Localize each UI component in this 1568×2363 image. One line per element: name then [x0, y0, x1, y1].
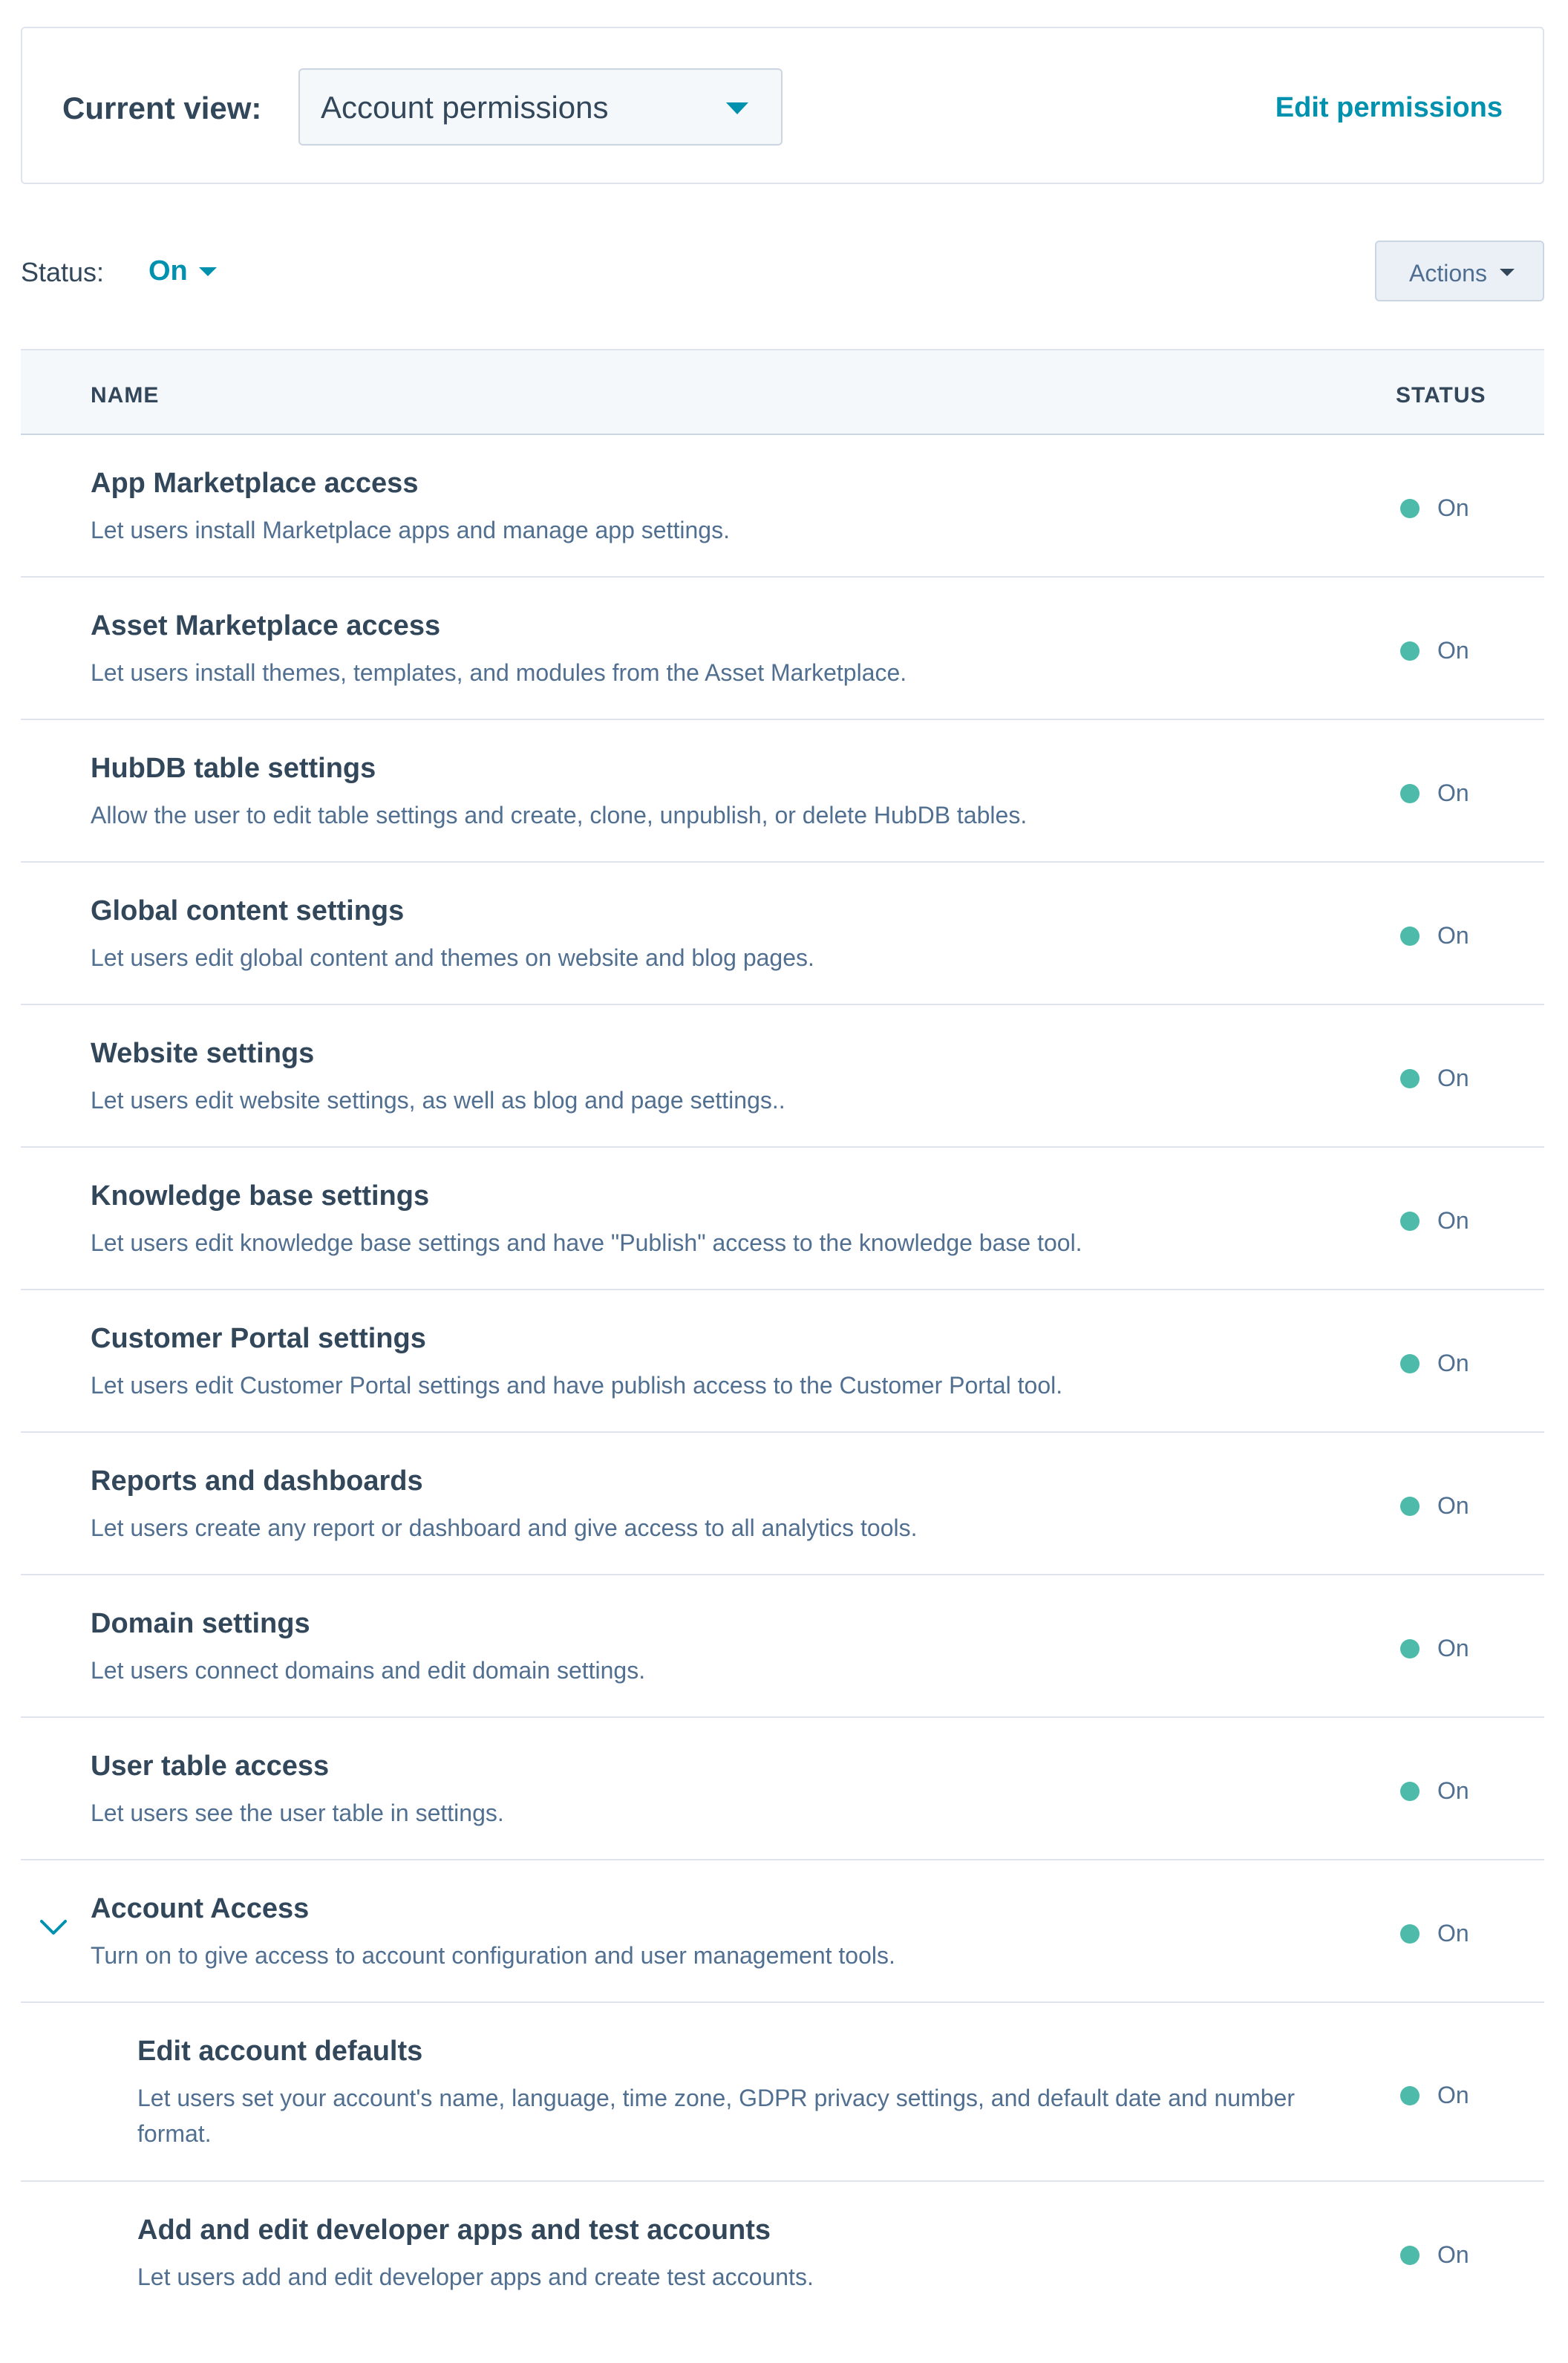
status-dot-icon [1400, 499, 1420, 518]
status-text: On [1437, 780, 1469, 806]
permission-title: Edit account defaults [137, 2036, 423, 2067]
permission-title: Customer Portal settings [91, 1323, 426, 1354]
status-text: On [1437, 1635, 1469, 1661]
current-view-card: Current view: Account permissions Edit p… [21, 27, 1544, 184]
permission-row-asset-marketplace[interactable]: Asset Marketplace access Let users insta… [21, 578, 1544, 720]
permission-row-user-table-access[interactable]: User table access Let users see the user… [21, 1718, 1544, 1860]
table-header: NAME STATUS [21, 349, 1544, 435]
permission-row-website-settings[interactable]: Website settings Let users edit website … [21, 1005, 1544, 1148]
permission-title: Asset Marketplace access [91, 610, 441, 641]
permission-row-edit-account-defaults[interactable]: Edit account defaults Let users set your… [21, 2003, 1544, 2182]
actions-button[interactable]: Actions [1375, 241, 1544, 301]
permission-description: Let users create any report or dashboard… [91, 1514, 918, 1541]
current-view-value: Account permissions [321, 90, 609, 125]
status-dot-icon [1400, 1069, 1420, 1088]
permission-row-reports-and-dashboards[interactable]: Reports and dashboards Let users create … [21, 1433, 1544, 1575]
status-filter-value: On [148, 255, 188, 287]
status-dot-icon [1400, 2246, 1420, 2265]
permission-title: Account Access [91, 1893, 310, 1924]
permission-description: Let users install themes, templates, and… [91, 659, 907, 686]
status-text: On [1437, 1207, 1469, 1234]
permission-title: App Marketplace access [91, 468, 419, 499]
permission-description: Let users edit knowledge base settings a… [91, 1229, 1082, 1256]
caret-down-icon [1500, 269, 1515, 276]
permission-title: Reports and dashboards [91, 1465, 423, 1497]
status-text: On [1437, 637, 1469, 664]
permission-description: Allow the user to edit table settings an… [91, 802, 1028, 828]
permission-row-customer-portal-settings[interactable]: Customer Portal settings Let users edit … [21, 1290, 1544, 1433]
permission-description: Let users edit website settings, as well… [91, 1087, 785, 1114]
permission-row-domain-settings[interactable]: Domain settings Let users connect domain… [21, 1575, 1544, 1718]
status-text: On [1437, 2241, 1469, 2268]
column-header-name[interactable]: NAME [91, 383, 159, 408]
caret-down-icon [726, 102, 748, 114]
permission-description: Let users add and edit developer apps an… [137, 2264, 814, 2290]
status-text: On [1437, 1920, 1469, 1947]
permission-row-app-marketplace[interactable]: App Marketplace access Let users install… [21, 435, 1544, 578]
permission-title: Add and edit developer apps and test acc… [137, 2215, 771, 2246]
permission-description: Let users set your account's name, langu… [137, 2085, 1295, 2147]
status-dot-icon [1400, 2086, 1420, 2105]
edit-permissions-link[interactable]: Edit permissions [1275, 92, 1503, 124]
permission-row-developer-apps[interactable]: Add and edit developer apps and test acc… [21, 2182, 1544, 2324]
permission-description: Let users install Marketplace apps and m… [91, 517, 730, 543]
permission-title: Knowledge base settings [91, 1180, 430, 1212]
permission-description: Let users see the user table in settings… [91, 1800, 504, 1826]
status-text: On [1437, 2082, 1469, 2108]
status-dot-icon [1400, 1354, 1420, 1373]
permission-title: HubDB table settings [91, 753, 376, 784]
status-text: On [1437, 1350, 1469, 1376]
permission-description: Turn on to give access to account config… [91, 1942, 895, 1969]
status-dot-icon [1400, 1497, 1420, 1516]
status-dot-icon [1400, 641, 1420, 661]
status-text: On [1437, 494, 1469, 521]
actions-button-label: Actions [1409, 260, 1487, 287]
status-text: On [1437, 922, 1469, 949]
status-dot-icon [1400, 784, 1420, 803]
status-dot-icon [1400, 926, 1420, 946]
permission-row-account-access[interactable]: Account Access Turn on to give access to… [21, 1860, 1544, 2003]
column-header-status[interactable]: STATUS [1396, 383, 1486, 408]
permission-title: User table access [91, 1751, 330, 1782]
permission-row-knowledge-base-settings[interactable]: Knowledge base settings Let users edit k… [21, 1148, 1544, 1290]
permission-row-global-content-settings[interactable]: Global content settings Let users edit g… [21, 863, 1544, 1005]
status-text: On [1437, 1492, 1469, 1519]
permission-description: Let users edit Customer Portal settings … [91, 1372, 1063, 1399]
permission-description: Let users connect domains and edit domai… [91, 1657, 646, 1684]
permission-description: Let users edit global content and themes… [91, 944, 814, 971]
current-view-label: Current view: [62, 91, 262, 125]
permission-title: Website settings [91, 1038, 315, 1069]
permission-title: Global content settings [91, 895, 405, 926]
permission-title: Domain settings [91, 1608, 310, 1639]
permissions-table-body: App Marketplace access Let users install… [21, 435, 1544, 2324]
caret-down-icon [199, 267, 217, 276]
permission-row-hubdb-table-settings[interactable]: HubDB table settings Allow the user to e… [21, 720, 1544, 863]
status-dot-icon [1400, 1924, 1420, 1944]
status-text: On [1437, 1065, 1469, 1091]
status-filter-label: Status: [21, 257, 105, 287]
current-view-select[interactable]: Account permissions [298, 68, 783, 146]
status-text: On [1437, 1777, 1469, 1804]
status-dot-icon [1400, 1639, 1420, 1658]
status-dot-icon [1400, 1782, 1420, 1801]
chevron-down-icon[interactable] [36, 1909, 71, 1945]
status-dot-icon [1400, 1212, 1420, 1231]
